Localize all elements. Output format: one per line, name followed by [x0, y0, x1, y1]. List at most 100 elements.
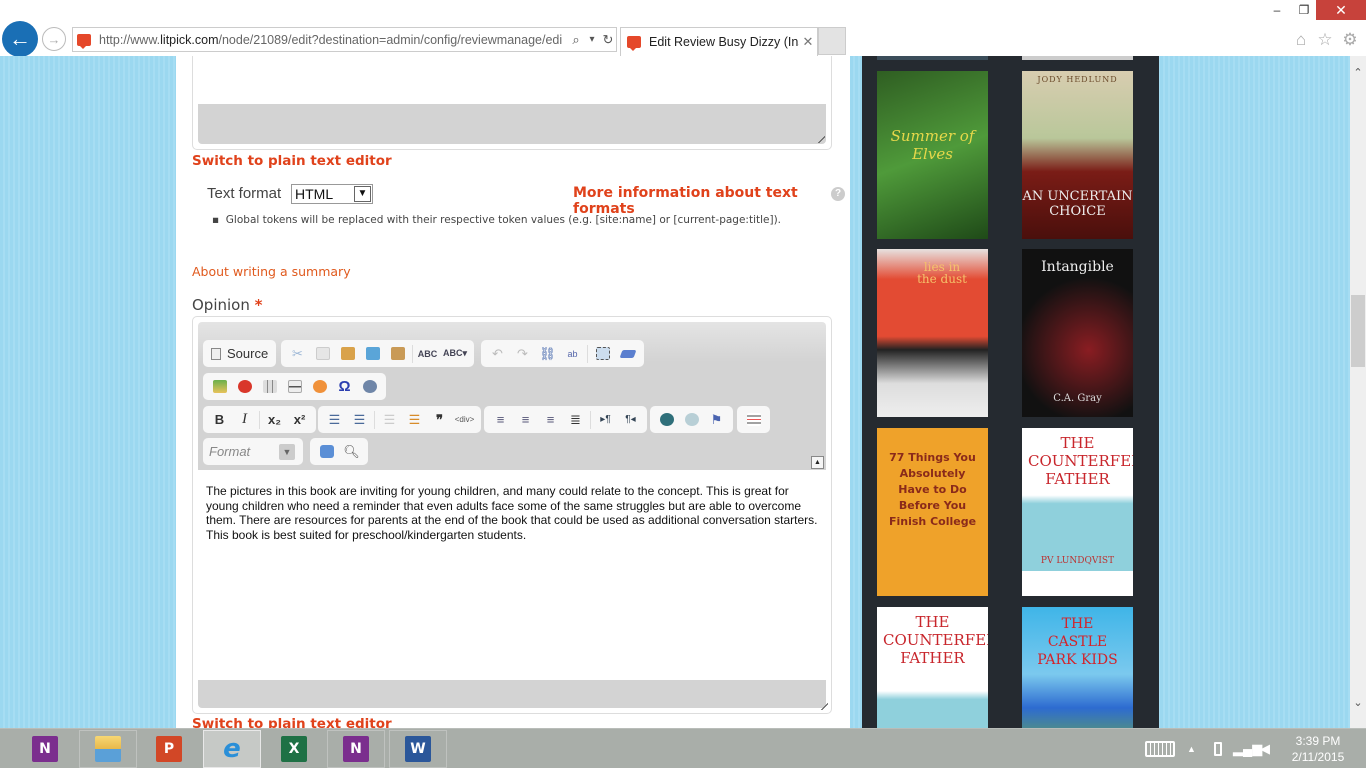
select-all-icon[interactable]	[590, 343, 615, 365]
blockquote-icon[interactable]: ❞	[427, 409, 452, 431]
book-cover[interactable]: The Castle Park Kids	[1022, 607, 1133, 728]
about-summary-link[interactable]: About writing a summary	[192, 264, 351, 279]
text-direction-ltr-icon[interactable]: ▸¶	[593, 409, 618, 431]
close-window-button[interactable]: ✕	[1316, 0, 1366, 20]
minimize-button[interactable]: –	[1262, 0, 1292, 20]
volume-icon[interactable]: ◀	[1260, 729, 1270, 769]
summary-editor-body[interactable]	[198, 56, 826, 104]
clock[interactable]: 3:39 PM 2/11/2015	[1283, 733, 1353, 765]
taskbar-app-internet-explorer[interactable]: e	[203, 730, 261, 768]
create-div-icon[interactable]: <div>	[452, 409, 477, 431]
refresh-icon[interactable]: ↻	[600, 32, 616, 48]
book-cover[interactable]: Summer of Elves	[877, 71, 988, 239]
spellcheck-icon[interactable]: ABC	[415, 343, 440, 365]
tab-edit-review[interactable]: Edit Review Busy Dizzy (Ins... ✕	[620, 27, 818, 56]
align-center-icon[interactable]: ≡	[513, 409, 538, 431]
anchor-flag-icon[interactable]: ⚑	[704, 409, 729, 431]
collapse-toolbar-button[interactable]: ▲	[811, 456, 824, 469]
back-button[interactable]: ←	[2, 21, 38, 57]
book-cover[interactable]: The Counterfeit Father PV Lundqvist	[1022, 428, 1133, 596]
vertical-scrollbar[interactable]: ⌃ ⌄	[1350, 56, 1366, 728]
smiley-icon[interactable]	[307, 376, 332, 398]
close-tab-icon[interactable]: ✕	[799, 34, 817, 50]
taskbar-app-excel[interactable]: X	[265, 730, 323, 768]
iframe-globe-icon[interactable]	[357, 376, 382, 398]
restore-button[interactable]: ❐	[1292, 0, 1316, 20]
chevron-down-icon[interactable]: ▾	[584, 34, 600, 45]
numbered-list-icon[interactable]: ☰	[322, 409, 347, 431]
page-break-icon[interactable]	[741, 409, 766, 431]
scroll-down-icon[interactable]: ⌄	[1350, 696, 1366, 709]
taskbar-app-file-explorer[interactable]	[79, 730, 137, 768]
source-button[interactable]: Source	[207, 343, 272, 365]
bold-button[interactable]: B	[207, 409, 232, 431]
horizontal-line-icon[interactable]	[282, 376, 307, 398]
text-direction-rtl-icon[interactable]: ¶◂	[618, 409, 643, 431]
scroll-up-icon[interactable]: ⌃	[1350, 66, 1366, 79]
book-cover-top-left-partial[interactable]	[877, 56, 988, 60]
spellcheck-as-you-type-icon[interactable]: ABC▾	[440, 343, 470, 365]
more-info-text-formats-link[interactable]: More information about text formats	[573, 185, 819, 217]
bulleted-list-icon[interactable]: ☰	[347, 409, 372, 431]
switch-to-plain-text-link[interactable]: Switch to plain text editor	[192, 153, 392, 169]
taskbar-app-onenote[interactable]: N	[16, 730, 74, 768]
favorites-star-icon[interactable]: ☆	[1314, 29, 1336, 51]
image-icon[interactable]	[207, 376, 232, 398]
replace-icon[interactable]: ab	[560, 343, 585, 365]
show-hidden-icons-icon[interactable]: ▲	[1187, 729, 1196, 769]
text-format-select[interactable]: HTML ▼	[291, 184, 373, 204]
format-dropdown[interactable]: Format ▼	[207, 443, 299, 460]
address-bar[interactable]: http://www.litpick.com/node/21089/edit?d…	[72, 27, 617, 52]
italic-button[interactable]: I	[232, 409, 257, 431]
find-binoculars-icon[interactable]: ⛓	[535, 343, 560, 365]
maximize-editor-icon[interactable]	[314, 441, 339, 463]
align-left-icon[interactable]: ≡	[488, 409, 513, 431]
link-icon[interactable]	[654, 409, 679, 431]
scrollbar-thumb[interactable]	[1351, 295, 1365, 367]
book-cover[interactable]: The Counterfeit Father	[877, 607, 988, 728]
switch-to-plain-text-link-2[interactable]: Switch to plain text editor	[192, 716, 392, 728]
touch-keyboard-icon[interactable]	[1145, 729, 1175, 769]
redo-icon[interactable]: ↷	[510, 343, 535, 365]
settings-gear-icon[interactable]: ⚙	[1339, 29, 1361, 51]
copy-icon[interactable]	[310, 343, 335, 365]
help-icon[interactable]: ?	[831, 187, 845, 201]
book-cover[interactable]: lies in the dust	[877, 249, 988, 417]
home-icon[interactable]: ⌂	[1290, 29, 1312, 51]
remove-format-eraser-icon[interactable]	[615, 343, 640, 365]
undo-icon[interactable]: ↶	[485, 343, 510, 365]
special-char-omega-icon[interactable]: Ω	[332, 376, 357, 398]
taskbar-app-powerpoint[interactable]: P	[140, 730, 198, 768]
paste-icon[interactable]	[335, 343, 360, 365]
opinion-editor-body[interactable]: The pictures in this book are inviting f…	[198, 470, 826, 680]
book-cover[interactable]: 77 Things You Absolutely Have to Do Befo…	[877, 428, 988, 596]
subscript-button[interactable]: x₂	[262, 409, 287, 431]
forward-button[interactable]: →	[42, 27, 66, 51]
url-prefix: http://www.	[99, 32, 161, 47]
search-icon[interactable]: ⌕	[568, 32, 584, 48]
new-tab-button[interactable]	[818, 27, 846, 55]
battery-icon[interactable]	[1214, 729, 1222, 769]
toolbar-separator	[374, 410, 375, 429]
book-cover[interactable]: Intangible C.A. Gray	[1022, 249, 1133, 417]
flash-icon[interactable]	[232, 376, 257, 398]
network-signal-icon[interactable]: ▂▄▆	[1233, 729, 1262, 769]
table-icon[interactable]	[257, 376, 282, 398]
book-cover[interactable]: Jody Hedlund An Uncertain Choice	[1022, 71, 1133, 239]
justify-icon[interactable]: ≣	[563, 409, 588, 431]
align-right-icon[interactable]: ≡	[538, 409, 563, 431]
superscript-button[interactable]: x²	[287, 409, 312, 431]
internet-explorer-icon: e	[223, 734, 241, 764]
paste-from-word-icon[interactable]	[385, 343, 410, 365]
taskbar-app-onenote-clipper[interactable]: N	[327, 730, 385, 768]
decrease-indent-icon[interactable]: ☰	[377, 409, 402, 431]
unlink-icon[interactable]	[679, 409, 704, 431]
book-cover-top-right-partial[interactable]	[1022, 56, 1133, 60]
url-text[interactable]: http://www.litpick.com/node/21089/edit?d…	[99, 33, 568, 47]
paste-text-icon[interactable]	[360, 343, 385, 365]
preview-magnifier-icon[interactable]: 🔍︎	[339, 441, 364, 463]
increase-indent-icon[interactable]: ☰	[402, 409, 427, 431]
cut-icon[interactable]: ✂	[285, 343, 310, 365]
powerpoint-icon: P	[156, 736, 182, 762]
taskbar-app-word[interactable]: W	[389, 730, 447, 768]
